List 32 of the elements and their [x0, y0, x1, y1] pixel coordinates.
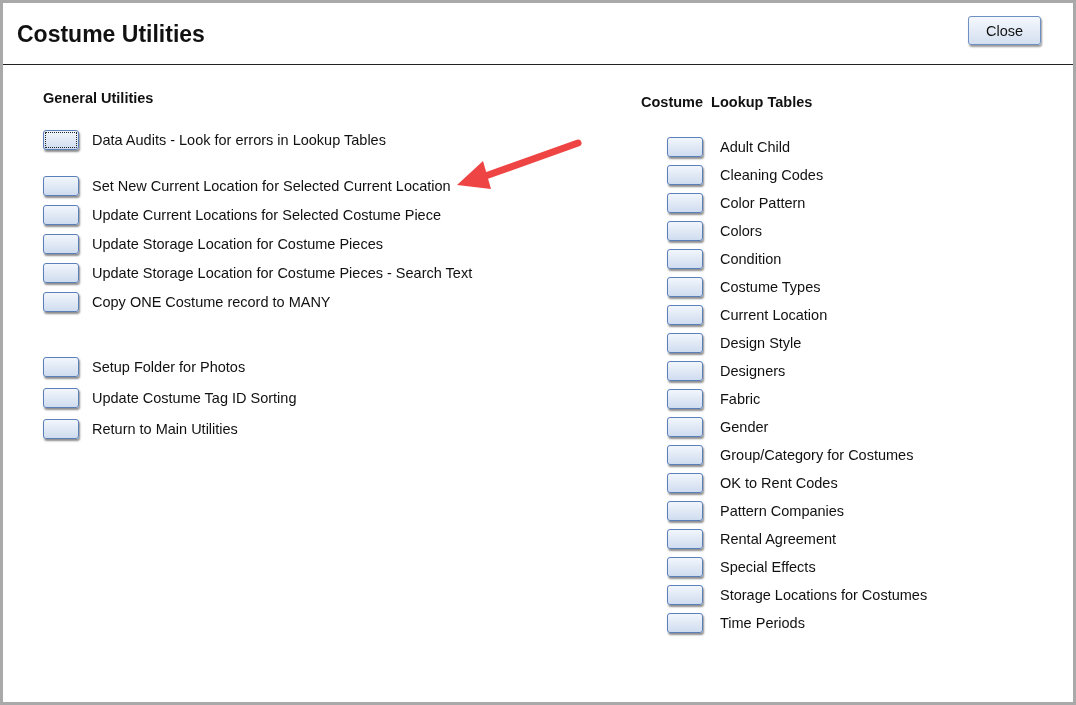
- option-label: Designers: [720, 363, 786, 379]
- close-button[interactable]: Close: [968, 16, 1041, 45]
- option-label: Update Current Locations for Selected Costume Piece: [92, 207, 441, 223]
- option-label: Group/Category for Costumes: [720, 447, 914, 463]
- option-label: Rental Agreement: [720, 531, 837, 547]
- option-label: Setup Folder for Photos: [92, 359, 246, 375]
- option-label: OK to Rent Codes: [720, 475, 838, 491]
- section-heading: Costume Lookup Tables: [641, 94, 814, 110]
- option-label: Time Periods: [720, 615, 805, 631]
- option-label: Update Costume Tag ID Sorting: [92, 390, 297, 406]
- option-label: Design Style: [720, 335, 802, 351]
- option-label: Condition: [720, 251, 782, 267]
- option-label: Special Effects: [720, 559, 816, 575]
- option-button[interactable]: [43, 130, 79, 150]
- option-label: Current Location: [720, 307, 828, 323]
- option-label: Costume Types: [720, 279, 821, 295]
- option-label: Set New Current Location for Selected Current Location: [92, 178, 451, 194]
- option-label: Pattern Companies: [720, 503, 845, 519]
- option-label: Colors: [720, 223, 762, 239]
- option-label: Gender: [720, 419, 769, 435]
- option-label: Update Storage Location for Costume Pieces - Search Text: [92, 265, 473, 281]
- section-heading: General Utilities: [43, 90, 155, 106]
- option-label: Copy ONE Costume record to MANY: [92, 294, 331, 310]
- window-title: Costume Utilities: [17, 21, 205, 48]
- option-label: Update Storage Location for Costume Pieces: [92, 236, 383, 252]
- option-label: Return to Main Utilities: [92, 421, 238, 437]
- option-label: Fabric: [720, 391, 761, 407]
- option-label: Cleaning Codes: [720, 167, 824, 183]
- option-label: Data Audits - Look for errors in Lookup Tables: [92, 132, 386, 148]
- option-label: Color Pattern: [720, 195, 806, 211]
- option-label: Adult Child: [720, 139, 791, 155]
- option-label: Storage Locations for Costumes: [720, 587, 928, 603]
